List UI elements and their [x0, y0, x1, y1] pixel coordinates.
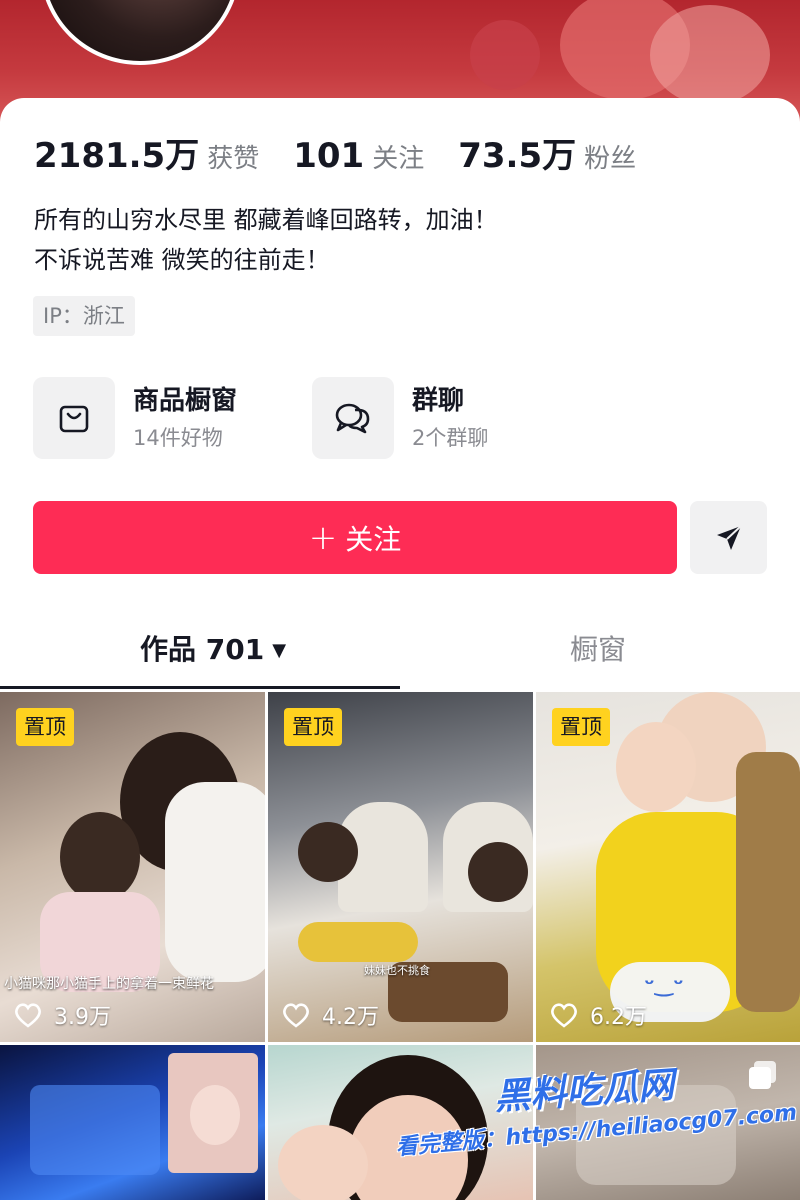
- shop-window-count: 14件好物: [133, 426, 223, 450]
- banner-decoration: [650, 5, 770, 105]
- following-label[interactable]: 关注: [372, 138, 424, 175]
- bio-line: 所有的山穷水尽里 都藏着峰回路转，加油！: [34, 206, 498, 234]
- thumbnail-figure: [60, 812, 140, 902]
- thumbnail-figure: [468, 842, 528, 902]
- video-caption: 小猫咪那小猫手上的拿着一束鲜花: [4, 976, 214, 992]
- banner-decoration: [470, 20, 540, 90]
- tab-works-label: 作品 701: [140, 633, 265, 666]
- thumbnail-figure: [190, 1085, 240, 1145]
- like-count: 4.2万: [282, 998, 379, 1032]
- thumbnail-figure: [616, 722, 696, 812]
- video-thumbnail[interactable]: 置顶 小猫咪那小猫手上的拿着一束鲜花 3.9万: [0, 692, 265, 1042]
- shopping-bag-icon: [33, 377, 115, 459]
- likes-label: 获赞: [207, 144, 260, 174]
- thumbnail-figure: [30, 1085, 160, 1175]
- shop-window-entry[interactable]: 商品橱窗 14件好物: [33, 377, 237, 459]
- like-count-value: 6.2万: [590, 1005, 647, 1030]
- chat-bubbles-icon: [312, 377, 394, 459]
- paper-plane-icon: [716, 524, 742, 550]
- heart-icon: [15, 1003, 41, 1028]
- follow-label: 关注: [345, 522, 402, 556]
- followers-label[interactable]: 粉丝: [584, 138, 636, 175]
- like-count: 6.2万: [550, 998, 647, 1032]
- group-chat-title: 群聊: [412, 386, 465, 416]
- profile-bio: 所有的山穷水尽里 都藏着峰回路转，加油！ 不诉说苦难 微笑的往前走！: [34, 200, 498, 280]
- thumbnail-figure: [736, 752, 800, 1012]
- thumbnail-figure: [165, 782, 265, 982]
- avatar[interactable]: [40, 0, 240, 65]
- plus-icon: +: [308, 517, 338, 558]
- heart-icon: [283, 1003, 309, 1028]
- thumbnail-figure: [298, 822, 358, 882]
- thumbnail-figure: [298, 922, 418, 962]
- active-tab-indicator: [0, 686, 400, 689]
- bio-line: 不诉说苦难 微笑的往前走！: [34, 246, 330, 274]
- tab-shop-window[interactable]: 橱窗: [570, 622, 626, 678]
- multi-image-icon: [749, 1061, 776, 1089]
- caret-down-icon[interactable]: ▼: [272, 640, 286, 661]
- profile-stats: 2181.5万 获赞 101 关注 73.5万 粉丝: [34, 128, 670, 178]
- shop-window-title: 商品橱窗: [133, 386, 238, 416]
- like-count-value: 3.9万: [54, 1005, 111, 1030]
- smiley-icon: ᵕ‿ᵕ: [644, 972, 684, 997]
- likes-count[interactable]: 2181.5万: [34, 128, 199, 177]
- video-thumbnail[interactable]: 置顶 妹妹也不挑食 4.2万: [268, 692, 533, 1042]
- video-caption: 妹妹也不挑食: [364, 964, 430, 977]
- ip-location-chip: IP：浙江: [33, 296, 135, 336]
- group-chat-entry[interactable]: 群聊 2个群聊: [312, 377, 488, 459]
- followers-count[interactable]: 73.5万: [458, 128, 576, 177]
- group-chat-count: 2个群聊: [412, 426, 489, 450]
- heart-icon: [551, 1003, 577, 1028]
- share-button[interactable]: [690, 501, 767, 574]
- thumbnail-figure: [278, 1125, 368, 1200]
- like-count-value: 4.2万: [322, 1005, 379, 1030]
- tab-works[interactable]: 作品 701 ▼: [140, 622, 286, 678]
- follow-button[interactable]: + 关注: [33, 501, 677, 574]
- pinned-badge: 置顶: [16, 708, 74, 746]
- video-thumbnail[interactable]: [0, 1045, 265, 1200]
- pinned-badge: 置顶: [284, 708, 342, 746]
- following-count[interactable]: 101: [293, 136, 364, 176]
- like-count: 3.9万: [14, 998, 111, 1032]
- pinned-badge: 置顶: [552, 708, 610, 746]
- video-thumbnail[interactable]: 置顶 ᵕ‿ᵕ 6.2万: [536, 692, 800, 1042]
